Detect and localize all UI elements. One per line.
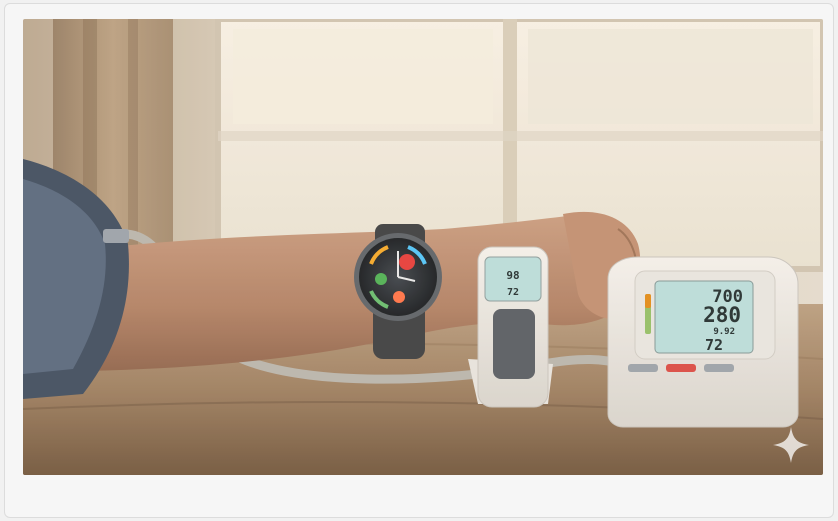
health-devices-photo: 98 72 700 280 9.92 72 [23, 19, 823, 475]
image-card: 98 72 700 280 9.92 72 [4, 3, 834, 518]
